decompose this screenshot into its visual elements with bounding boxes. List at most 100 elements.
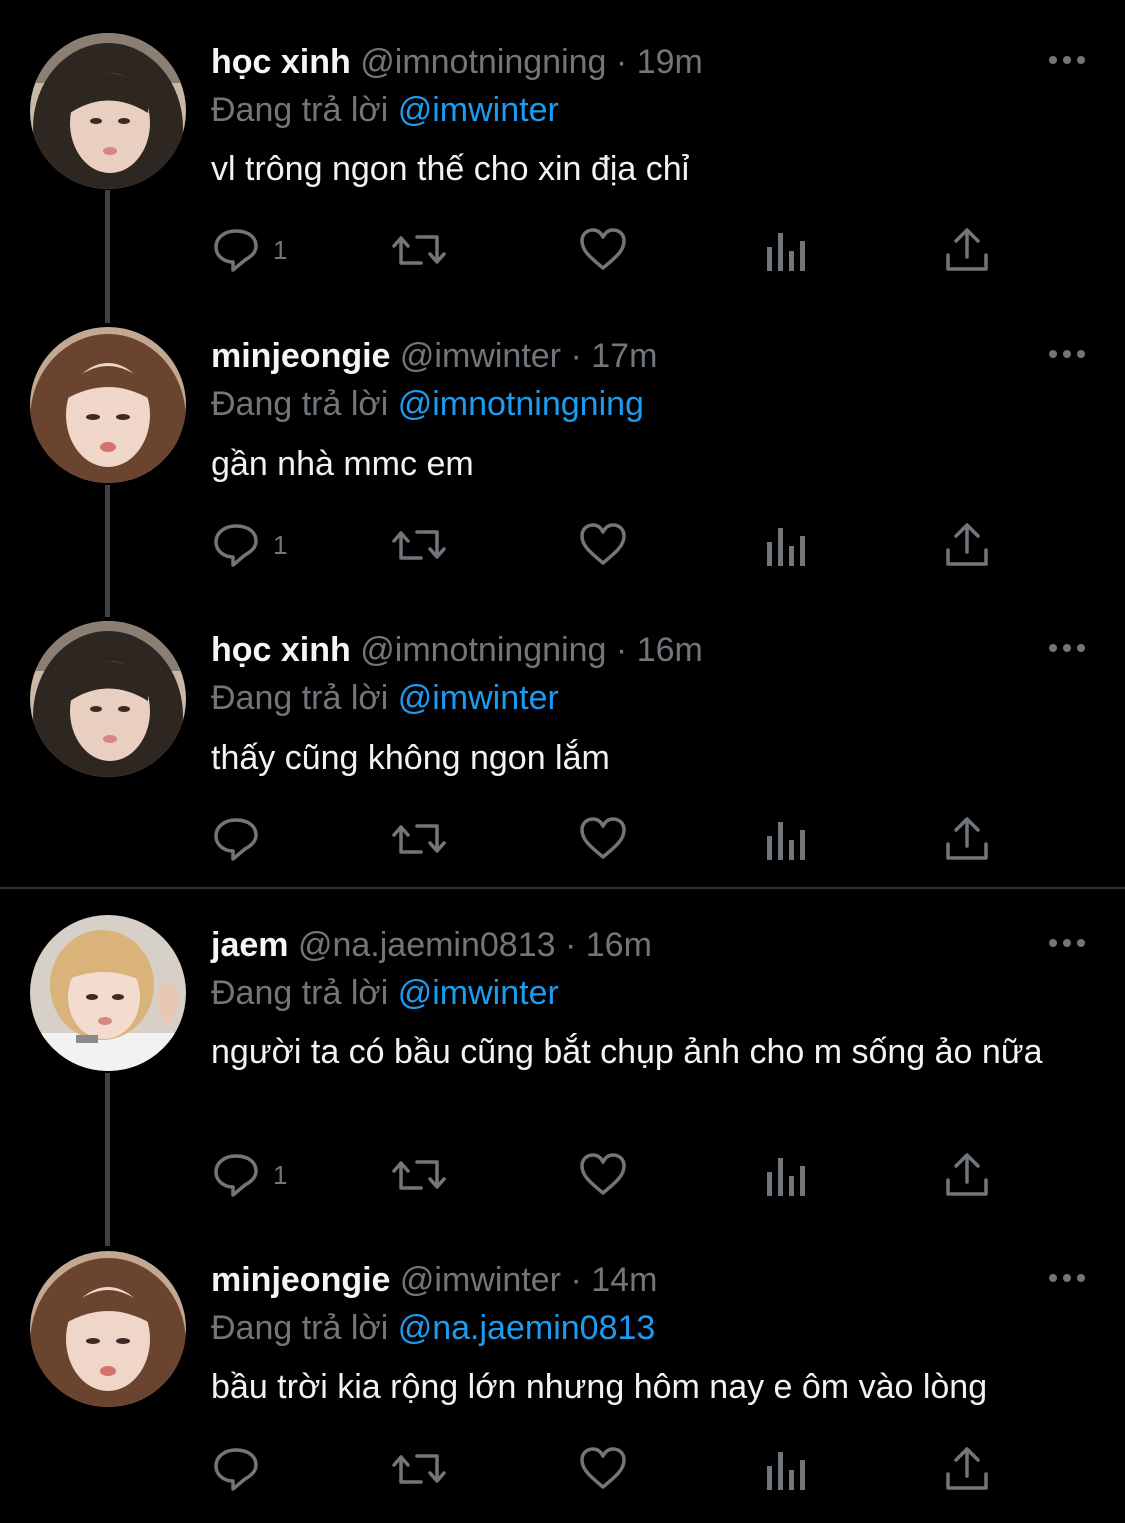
like-button[interactable]: [578, 1441, 628, 1497]
mention-link[interactable]: @imwinter: [398, 679, 559, 717]
display-name[interactable]: jaem: [211, 926, 289, 964]
timestamp[interactable]: 16m: [586, 926, 652, 964]
handle[interactable]: @imwinter: [400, 337, 561, 375]
reply-button[interactable]: 1: [211, 222, 287, 278]
action-bar: 1: [211, 517, 1011, 573]
heart-icon: [580, 228, 626, 270]
views-button[interactable]: [764, 222, 808, 278]
separator: ·: [615, 43, 628, 81]
analytics-icon: [767, 1452, 805, 1490]
more-options-icon[interactable]: [1047, 931, 1087, 955]
retweet-icon: [392, 824, 446, 854]
retweet-button[interactable]: [391, 1147, 447, 1203]
reply-button[interactable]: [211, 811, 273, 867]
tweet-text: bầu trời kia rộng lớn nhưng hôm nay e ôm…: [211, 1368, 988, 1406]
replying-to: Đang trả lời @imwinter: [211, 88, 559, 132]
views-button[interactable]: [764, 517, 808, 573]
views-button[interactable]: [764, 811, 808, 867]
replying-to: Đang trả lời @na.jaemin0813: [211, 1306, 655, 1350]
display-name[interactable]: học xinh: [211, 631, 351, 669]
retweet-button[interactable]: [391, 517, 447, 573]
more-options-icon[interactable]: [1047, 342, 1087, 366]
share-button[interactable]: [944, 517, 990, 573]
action-bar: [211, 1441, 1011, 1497]
separator: ·: [564, 926, 577, 964]
share-button[interactable]: [944, 811, 990, 867]
retweet-button[interactable]: [391, 222, 447, 278]
heart-icon: [580, 523, 626, 565]
replying-prefix: Đang trả lời: [211, 679, 389, 717]
display-name[interactable]: minjeongie: [211, 1261, 390, 1299]
more-options-icon[interactable]: [1047, 48, 1087, 72]
more-options-icon[interactable]: [1047, 1266, 1087, 1290]
handle[interactable]: @na.jaemin0813: [298, 926, 556, 964]
tweet-text: người ta có bầu cũng bắt chụp ảnh cho m …: [211, 1033, 1043, 1071]
reply-button[interactable]: 1: [211, 1147, 287, 1203]
avatar-image: [30, 33, 186, 189]
like-button[interactable]: [578, 811, 628, 867]
share-button[interactable]: [944, 1147, 990, 1203]
reply-button[interactable]: [211, 1441, 273, 1497]
tweet-text: gần nhà mmc em: [211, 445, 474, 483]
like-button[interactable]: [578, 222, 628, 278]
tweet[interactable]: minjeongie @imwinter · 17m Đang trả lời …: [0, 295, 1125, 617]
avatar[interactable]: [30, 33, 186, 189]
avatar[interactable]: [30, 915, 186, 1071]
tweet[interactable]: học xinh @imnotningning · 19m Đang trả l…: [0, 0, 1125, 323]
reply-button[interactable]: 1: [211, 517, 287, 573]
retweet-button[interactable]: [391, 1441, 447, 1497]
retweet-icon: [392, 1454, 446, 1484]
tweet[interactable]: học xinh @imnotningning · 16m Đang trả l…: [0, 589, 1125, 888]
mention-link[interactable]: @imnotningning: [398, 385, 644, 423]
mention-link[interactable]: @na.jaemin0813: [398, 1309, 656, 1347]
reply-icon: [214, 1448, 258, 1491]
reply-icon: [214, 524, 258, 567]
tweet[interactable]: minjeongie @imwinter · 14m Đang trả lời …: [0, 1223, 1125, 1523]
replying-prefix: Đang trả lời: [211, 974, 389, 1012]
tweet-header: minjeongie @imwinter · 17m: [211, 334, 657, 378]
thread-line: [105, 1073, 110, 1246]
mention-link[interactable]: @imwinter: [398, 91, 559, 129]
display-name[interactable]: minjeongie: [211, 337, 390, 375]
avatar[interactable]: [30, 621, 186, 777]
handle[interactable]: @imwinter: [400, 1261, 561, 1299]
retweet-button[interactable]: [391, 811, 447, 867]
heart-icon: [580, 1447, 626, 1489]
retweet-icon: [392, 1160, 446, 1190]
mention-link[interactable]: @imwinter: [398, 974, 559, 1012]
handle[interactable]: @imnotningning: [360, 43, 606, 81]
tweet-header: học xinh @imnotningning · 16m: [211, 628, 703, 672]
retweet-icon: [392, 530, 446, 560]
avatar-image: [30, 327, 186, 483]
timestamp[interactable]: 17m: [591, 337, 657, 375]
like-button[interactable]: [578, 517, 628, 573]
display-name[interactable]: học xinh: [211, 43, 351, 81]
more-options-icon[interactable]: [1047, 636, 1087, 660]
analytics-icon: [767, 528, 805, 566]
avatar[interactable]: [30, 327, 186, 483]
handle[interactable]: @imnotningning: [360, 631, 606, 669]
heart-icon: [580, 1153, 626, 1195]
separator: ·: [570, 1261, 582, 1299]
avatar-image: [30, 1251, 186, 1407]
share-icon: [946, 817, 988, 860]
replying-prefix: Đang trả lời: [211, 1309, 389, 1347]
views-button[interactable]: [764, 1441, 808, 1497]
share-button[interactable]: [944, 222, 990, 278]
views-button[interactable]: [764, 1147, 808, 1203]
share-button[interactable]: [944, 1441, 990, 1497]
like-button[interactable]: [578, 1147, 628, 1203]
timestamp[interactable]: 19m: [637, 43, 703, 81]
timestamp[interactable]: 14m: [591, 1261, 657, 1299]
replying-prefix: Đang trả lời: [211, 91, 389, 129]
reply-count: 1: [273, 234, 288, 265]
share-icon: [946, 1447, 988, 1490]
reply-icon: [214, 229, 258, 272]
tweet-text: thấy cũng không ngon lắm: [211, 739, 610, 777]
tweet-text: vl trông ngon thế cho xin địa chỉ: [211, 150, 690, 188]
avatar[interactable]: [30, 1251, 186, 1407]
replying-to: Đang trả lời @imwinter: [211, 676, 559, 720]
tweet-header: học xinh @imnotningning · 19m: [211, 40, 703, 84]
tweet[interactable]: jaem @na.jaemin0813 · 16m Đang trả lời @…: [0, 889, 1125, 1246]
timestamp[interactable]: 16m: [637, 631, 703, 669]
